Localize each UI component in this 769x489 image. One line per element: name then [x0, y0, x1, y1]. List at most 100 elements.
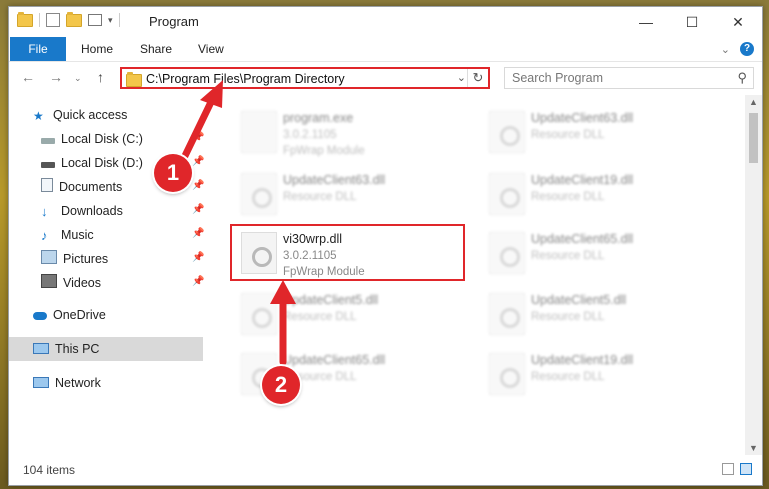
sidebar-item-quick-access[interactable]: ★ Quick access: [33, 104, 127, 126]
gear-icon: [500, 126, 520, 146]
view-switcher: [722, 463, 752, 475]
computer-icon: [33, 343, 49, 354]
help-icon[interactable]: ?: [740, 42, 754, 56]
pictures-icon: [41, 250, 57, 264]
file-version: Resource DLL: [531, 129, 605, 141]
exe-file-icon: [241, 111, 277, 153]
drive-icon: [41, 162, 55, 168]
scrollbar-thumb[interactable]: [749, 113, 758, 163]
tab-home[interactable]: Home: [81, 37, 113, 61]
sidebar-item-label: Videos: [63, 276, 101, 290]
scroll-down-icon[interactable]: ▼: [749, 443, 758, 453]
file-name: UpdateClient5.dll: [531, 293, 627, 307]
file-item[interactable]: UpdateClient5.dll Resource DLL: [485, 287, 715, 343]
details-view-icon[interactable]: [722, 463, 734, 475]
callout-2: 2: [262, 366, 300, 404]
pin-icon[interactable]: 📌: [192, 252, 204, 263]
gear-icon: [500, 188, 520, 208]
file-version: Resource DLL: [283, 311, 357, 323]
vertical-scrollbar[interactable]: ▲ ▼: [745, 95, 762, 455]
sidebar-item-local-disk-c[interactable]: Local Disk (C:): [41, 128, 143, 150]
ribbon-tabs: File Home Share View ⌄ ?: [9, 37, 762, 62]
dll-file-icon: [489, 293, 525, 335]
sidebar-item-onedrive[interactable]: OneDrive: [33, 304, 106, 326]
dll-file-icon: [489, 353, 525, 395]
explorer-window: ▾ Program — ☐ ✕ File Home Share View ⌄ ?…: [8, 6, 763, 486]
quick-access-toolbar: ▾: [17, 11, 120, 27]
file-item[interactable]: UpdateClient65.dll Resource DLL: [485, 226, 715, 282]
sidebar-item-videos[interactable]: Videos: [41, 272, 101, 294]
pin-icon[interactable]: 📌: [192, 132, 204, 143]
chevron-down-icon[interactable]: ⌄: [457, 71, 466, 84]
status-bar: 104 items: [9, 455, 762, 485]
documents-icon: [41, 178, 53, 192]
tab-file[interactable]: File: [10, 37, 66, 61]
view-options-icon[interactable]: [88, 14, 102, 26]
file-name: UpdateClient63.dll: [531, 111, 634, 125]
scroll-up-icon[interactable]: ▲: [749, 97, 758, 107]
drive-icon: [41, 138, 55, 144]
new-folder-icon[interactable]: [66, 11, 82, 27]
tiles-view-icon[interactable]: [740, 463, 752, 475]
sidebar-item-this-pc[interactable]: This PC: [33, 338, 99, 360]
file-item[interactable]: UpdateClient63.dll Resource DLL: [237, 167, 467, 223]
pin-icon[interactable]: 📌: [192, 276, 204, 287]
tab-share[interactable]: Share: [140, 37, 172, 61]
address-path[interactable]: C:\Program Files\Program Directory: [146, 72, 345, 86]
pin-icon[interactable]: 📌: [192, 180, 204, 191]
file-version: Resource DLL: [531, 371, 605, 383]
file-item[interactable]: program.exe 3.0.2.1105 FpWrap Module: [237, 105, 467, 161]
dll-file-icon: [241, 173, 277, 215]
up-arrow-icon[interactable]: ↑: [97, 69, 104, 85]
search-box[interactable]: Search Program ⚲: [504, 67, 754, 89]
file-item[interactable]: UpdateClient63.dll Resource DLL: [485, 105, 715, 161]
file-name: UpdateClient63.dll: [283, 173, 386, 187]
ribbon-controls: ⌄ ?: [721, 42, 754, 56]
recent-locations-icon[interactable]: ⌄: [74, 73, 82, 84]
network-icon: [33, 377, 49, 388]
gear-icon: [252, 188, 272, 208]
sidebar-item-local-disk-d[interactable]: Local Disk (D:): [41, 152, 143, 174]
file-version: Resource DLL: [531, 311, 605, 323]
minimize-button[interactable]: —: [623, 7, 669, 37]
forward-arrow-icon[interactable]: →: [49, 69, 63, 85]
file-name: UpdateClient65.dll: [283, 353, 386, 367]
gear-icon: [500, 247, 520, 267]
search-placeholder: Search Program: [512, 71, 604, 85]
maximize-button[interactable]: ☐: [669, 7, 715, 37]
sidebar-item-label: This PC: [55, 342, 100, 356]
sidebar-item-documents[interactable]: Documents: [41, 176, 122, 198]
pin-icon[interactable]: 📌: [192, 228, 204, 239]
file-item[interactable]: UpdateClient19.dll Resource DLL: [485, 167, 715, 223]
chevron-down-icon[interactable]: ▾: [108, 15, 113, 26]
dll-file-icon: [489, 173, 525, 215]
sidebar-item-label: Local Disk (D:): [61, 156, 143, 170]
close-button[interactable]: ✕: [715, 7, 761, 37]
sidebar-item-label: Network: [55, 376, 101, 390]
sidebar-item-pictures[interactable]: Pictures: [41, 248, 108, 270]
file-version: Resource DLL: [531, 191, 605, 203]
file-item[interactable]: UpdateClient5.dll Resource DLL: [237, 287, 467, 343]
tab-view[interactable]: View: [198, 37, 224, 61]
sidebar-item-label: Documents: [59, 180, 123, 194]
pin-icon[interactable]: 📌: [192, 204, 204, 215]
refresh-icon[interactable]: ↻: [467, 69, 488, 87]
properties-icon[interactable]: [46, 13, 60, 27]
folder-icon[interactable]: [17, 11, 33, 27]
navigation-pane: ★ Quick access Local Disk (C:) 📌 Local Di…: [9, 95, 209, 455]
gear-icon: [500, 368, 520, 388]
pin-icon[interactable]: 📌: [192, 156, 204, 167]
file-name: UpdateClient5.dll: [283, 293, 379, 307]
videos-icon: [41, 274, 57, 288]
back-arrow-icon[interactable]: ←: [21, 69, 35, 85]
file-item[interactable]: UpdateClient19.dll Resource DLL: [485, 347, 715, 403]
address-bar[interactable]: C:\Program Files\Program Directory ⌄ ↻: [120, 67, 490, 89]
sidebar-item-network[interactable]: Network: [33, 372, 101, 394]
file-version: 3.0.2.1105: [283, 129, 337, 141]
toolbar-divider: [118, 13, 120, 27]
sidebar-item-downloads[interactable]: ↓ Downloads: [41, 200, 123, 222]
chevron-down-icon[interactable]: ⌄: [721, 43, 730, 56]
sidebar-item-label: Pictures: [63, 252, 109, 266]
search-icon[interactable]: ⚲: [737, 70, 747, 86]
sidebar-item-music[interactable]: ♪ Music: [41, 224, 94, 246]
